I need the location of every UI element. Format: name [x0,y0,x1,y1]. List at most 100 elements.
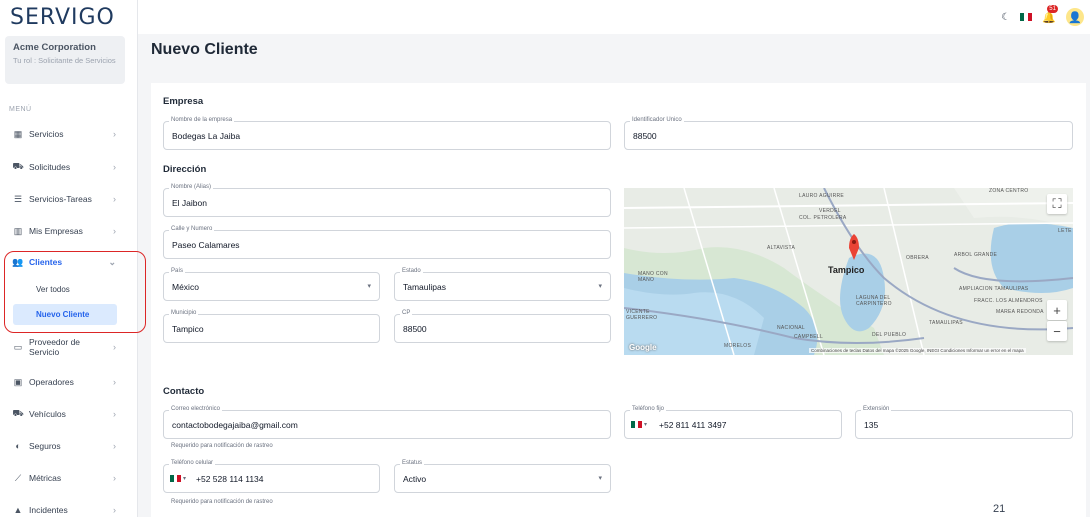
map-label: NACIONAL [777,325,805,331]
map-label: OBRERA [906,255,929,261]
map-label: LAURO AGUIRRE [799,193,845,199]
state-select[interactable]: Estado Tamaulipas ▾ [394,268,611,301]
field-label: Teléfono fijo [630,406,667,412]
app-root: SERVIGO Acme Corporation Tu rol : Solici… [0,0,1090,517]
map-label: MANO CON MANO [638,271,668,283]
field-label: Identificador Unico [630,117,684,123]
sidebar-item-seguros[interactable]: ◐ Seguros › [0,433,138,459]
map[interactable]: LAURO AGUIRRE VERDEL COL. PETROLERA ZONA… [624,188,1073,355]
field-value: México [172,282,199,292]
org-name: Acme Corporation [13,42,96,53]
chevron-right-icon: › [113,377,116,387]
field-value: +52 528 114 1134 [196,474,264,484]
email-field[interactable]: Correo electrónico contactobodegajaiba@g… [163,406,611,439]
field-label: Municipio [169,310,199,316]
country-code-select[interactable]: ▾ [631,421,647,428]
map-label: FRACC. LOS ALMENDROS [974,298,1043,304]
field-label: Teléfono celular [169,460,216,466]
extension-field[interactable]: Extensión 135 [855,406,1073,439]
top-bar: ☾ 🔔 51 👤 [138,0,1090,34]
map-label: MAREA REDONDA [996,309,1044,315]
street-field[interactable]: Calle y Numero Paseo Calamares [163,226,611,259]
sidebar-item-servicios-tareas[interactable]: ☰ Servicios-Tareas › [0,186,138,212]
zoom-in-button[interactable]: + [1047,300,1067,320]
notification-badge: 51 [1047,4,1058,13]
warning-icon: ▲ [13,505,23,515]
map-label: LETE [1058,228,1072,234]
map-footer[interactable]: Combinaciones de teclas Datos del mapa ©… [809,348,1026,353]
map-city-label: Tampico [828,265,865,275]
sidebar-item-solicitudes[interactable]: ⛟ Solicitudes › [0,154,138,180]
id-badge-icon: ▣ [13,376,23,387]
sidebar-item-vehiculos[interactable]: ⛟ Vehículos › [0,401,138,427]
list-icon: ☰ [13,193,23,204]
municipality-field[interactable]: Municipio Tampico [163,310,380,343]
mexico-flag-icon [631,421,643,428]
field-label: CP [400,310,413,316]
phone-field[interactable]: Teléfono fijo ▾ +52 811 411 3497 [624,406,842,439]
company-name-field[interactable]: Nombre de la empresa Bodegas La Jaiba [163,117,611,150]
fullscreen-icon[interactable]: ⛶ [1047,194,1067,214]
truck-icon: ⛟ [12,161,24,171]
briefcase-icon: ▦ [13,128,23,139]
mexico-flag-icon [170,475,182,482]
status-select[interactable]: Estatus Activo ▾ [394,460,611,493]
sidebar-item-mis-empresas[interactable]: ▥ Mis Empresas › [0,218,138,244]
zoom-out-button[interactable]: − [1047,321,1067,341]
chevron-right-icon: › [113,441,116,451]
chevron-right-icon: › [113,129,116,139]
chevron-right-icon: › [113,194,116,204]
alias-field[interactable]: Nombre (Alias) El Jaibon [163,184,611,217]
sidebar-item-servicios[interactable]: ▦ Servicios › [0,121,138,147]
sidebar-item-operadores[interactable]: ▣ Operadores › [0,369,138,395]
map-label: ALTAVISTA [767,245,796,251]
id-card-icon: ▭ [13,342,23,352]
sidebar-item-label: Seguros [29,441,61,451]
postal-code-field[interactable]: CP 88500 [394,310,611,343]
sidebar-item-label: Vehículos [29,409,66,419]
field-value: Tamaulipas [403,282,446,292]
field-value: 88500 [633,131,657,141]
field-value: 88500 [403,324,427,334]
section-title-empresa: Empresa [163,96,204,107]
cellphone-field[interactable]: Teléfono celular ▾ +52 528 114 1134 [163,460,380,493]
truck-icon: ⛟ [12,408,24,418]
caret-down-icon: ▾ [367,283,371,290]
moon-icon[interactable]: ☾ [1001,12,1010,23]
app-logo[interactable]: SERVIGO [10,5,115,30]
sidebar-item-label: Incidentes [29,505,68,515]
shield-icon: ◐ [15,441,21,451]
avatar[interactable]: 👤 [1066,8,1084,26]
menu-label: MENÚ [9,106,32,113]
field-label: Nombre de la empresa [169,117,235,123]
section-title-direccion: Dirección [163,164,207,175]
org-card: Acme Corporation Tu rol : Solicitante de… [5,36,125,84]
field-value: Bodegas La Jaiba [172,131,241,141]
sidebar-item-metricas[interactable]: ⟋ Métricas › [0,465,138,491]
map-label: TAMAULIPAS [929,320,963,326]
email-helper-text: Requerido para notificación de rastreo [171,443,273,449]
unique-id-field[interactable]: Identificador Unico 88500 [624,117,1073,150]
field-value: Paseo Calamares [172,240,240,250]
chevron-right-icon: › [113,409,116,419]
top-bar-actions: ☾ 🔔 51 👤 [1001,4,1084,26]
field-value: +52 811 411 3497 [659,420,727,430]
caret-down-icon: ▾ [598,475,602,482]
chevron-right-icon: › [113,505,116,515]
notification-bell-icon[interactable]: 🔔 51 [1042,4,1058,24]
page-number: 21 [993,503,1006,515]
sidebar: SERVIGO Acme Corporation Tu rol : Solici… [0,0,146,517]
sidebar-item-incidentes[interactable]: ▲ Incidentes › [0,497,138,517]
sidebar-item-label: Operadores [29,377,74,387]
section-title-contacto: Contacto [163,386,205,397]
org-role: Tu rol : Solicitante de Servicios [13,56,116,65]
cellphone-helper-text: Requerido para notificación de rastreo [171,499,273,505]
country-select[interactable]: País México ▾ [163,268,380,301]
country-code-select[interactable]: ▾ [170,475,186,482]
chevron-right-icon: › [113,473,116,483]
sidebar-item-label: Mis Empresas [29,226,83,236]
field-label: Correo electrónico [169,406,223,412]
building-icon: ▥ [13,225,23,236]
sidebar-item-proveedor[interactable]: ▭ Proveedor de Servicio › [0,332,138,362]
mexico-flag-icon[interactable] [1020,13,1033,21]
